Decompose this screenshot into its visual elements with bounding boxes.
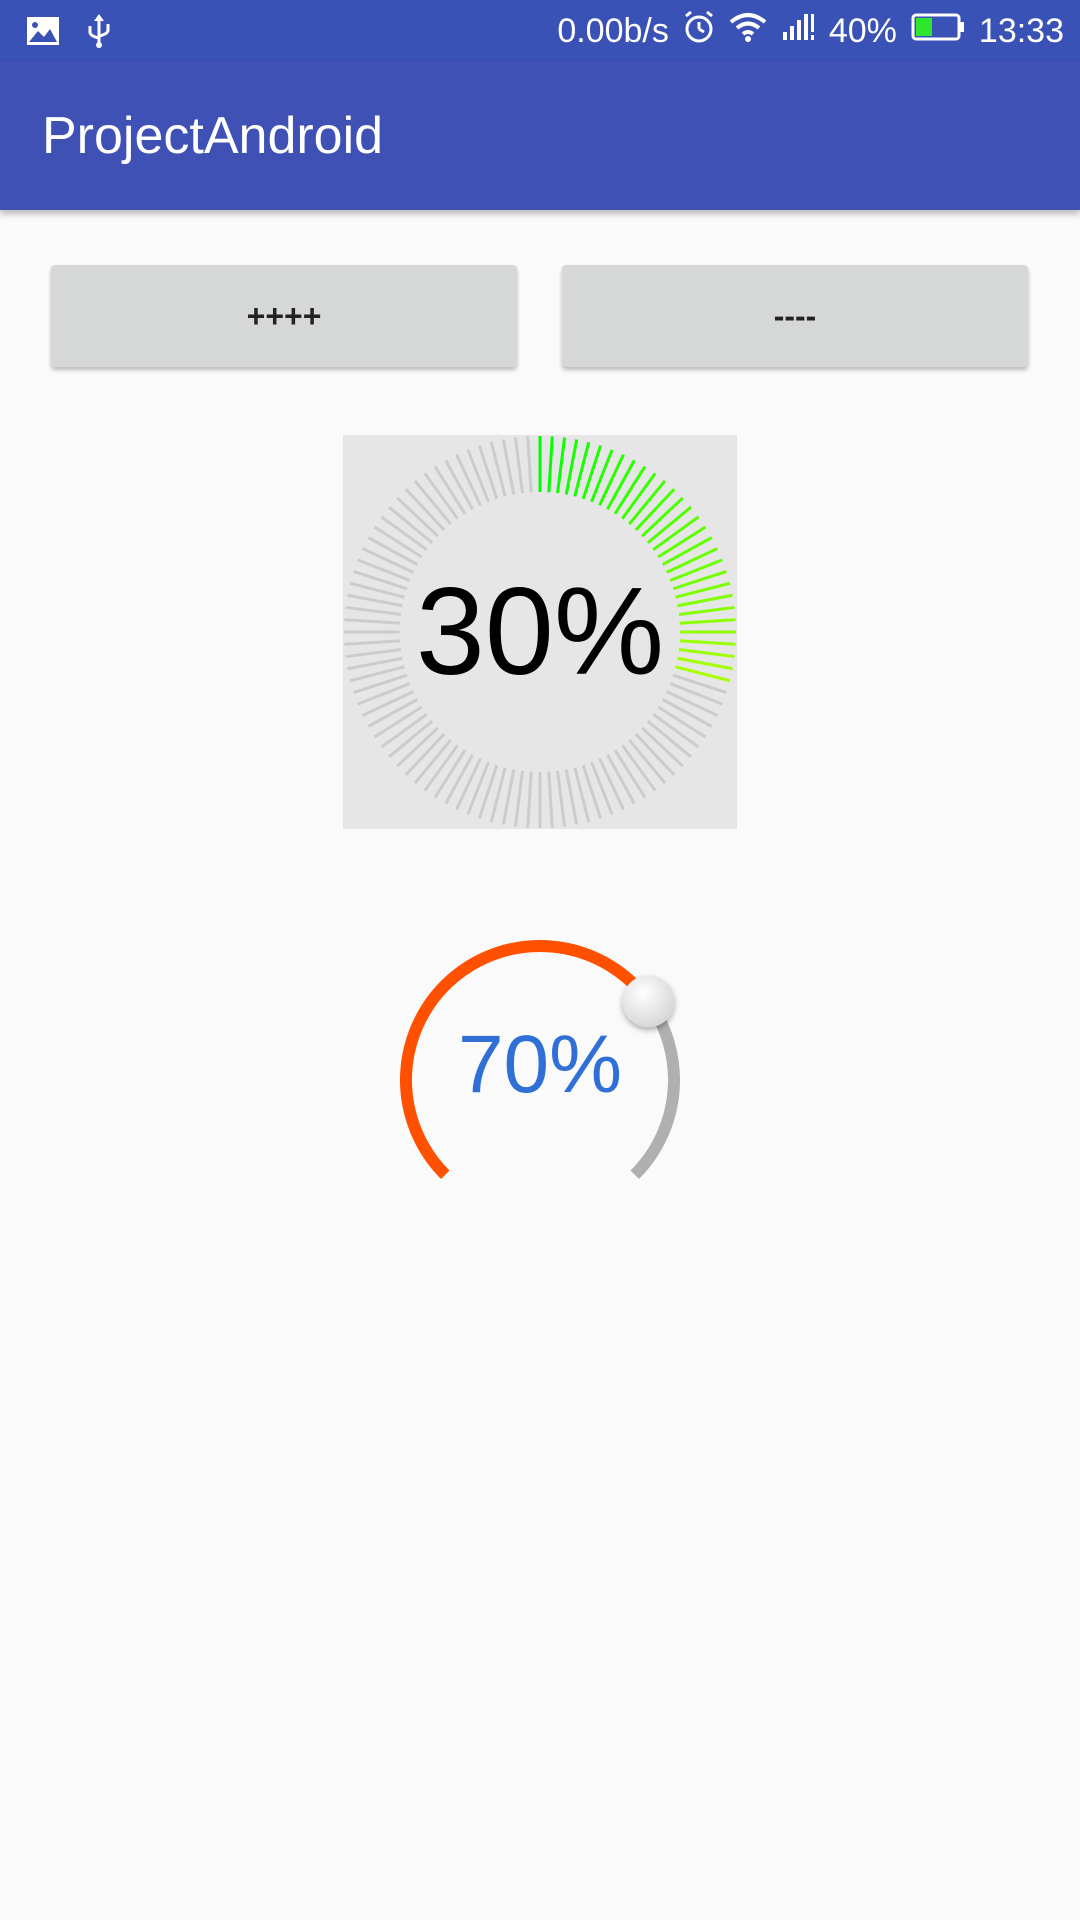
arc-seekbar-label: 70% [457, 1019, 623, 1110]
status-bar: 0.00b/s 40% 13:33 [0, 0, 1080, 62]
usb-icon [86, 14, 112, 53]
network-speed: 0.00b/s [557, 11, 669, 50]
tick-progress-label: 30% [415, 563, 665, 701]
status-bar-right: 0.00b/s 40% 13:33 [557, 8, 1064, 54]
battery-icon [911, 12, 965, 51]
signal-icon [781, 12, 815, 51]
decrease-button[interactable]: ---- [562, 265, 1028, 367]
wifi-icon [729, 12, 767, 51]
battery-percent: 40% [828, 11, 897, 50]
app-bar: ProjectAndroid [0, 62, 1080, 210]
alarm-icon [683, 10, 715, 53]
image-icon [26, 16, 60, 51]
app-title: ProjectAndroid [42, 107, 384, 165]
clock: 13:33 [978, 11, 1064, 50]
arc-seekbar[interactable]: 70% [380, 920, 700, 1190]
tick-progress-dial: 30% [343, 435, 737, 829]
increase-button[interactable]: ++++ [51, 265, 517, 367]
status-bar-left [26, 14, 112, 53]
